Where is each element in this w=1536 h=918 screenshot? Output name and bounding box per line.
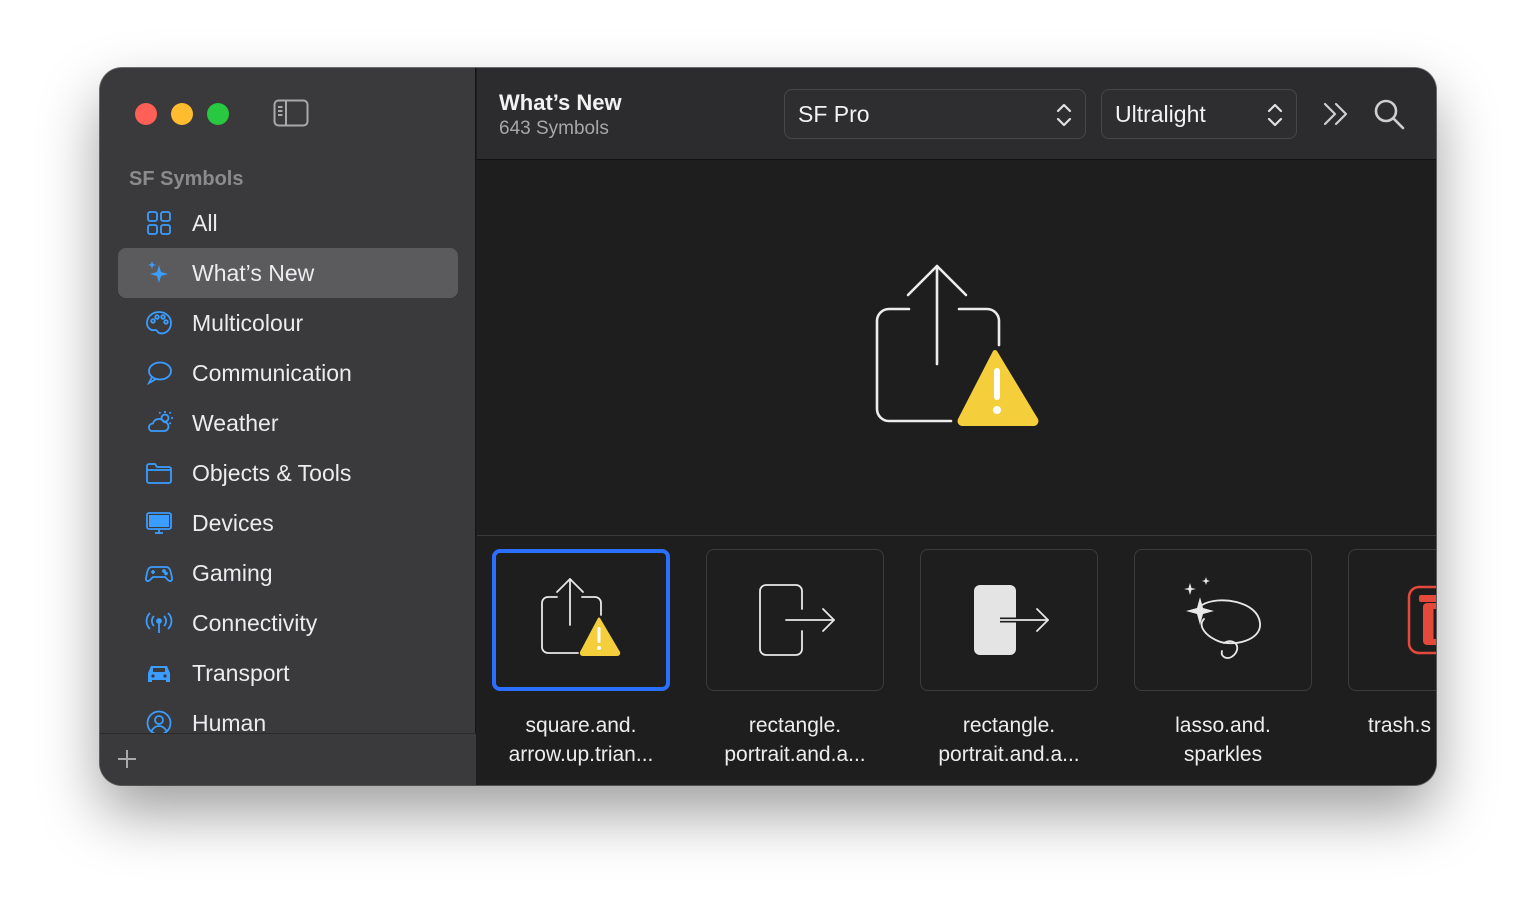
font-select-value: SF Pro — [798, 100, 870, 127]
cloud-sun-icon — [144, 408, 174, 438]
symbol-tile[interactable]: lasso.and. sparkles — [1134, 549, 1312, 769]
symbol-name: rectangle. portrait.and.a... — [920, 711, 1098, 769]
symbol-name-line: sparkles — [1183, 743, 1263, 766]
sidebar-toggle-icon[interactable] — [273, 99, 309, 127]
sidebar-item-label: Objects & Tools — [192, 459, 352, 486]
symbol-tile[interactable]: rectangle. portrait.and.a... — [706, 549, 884, 769]
symbol-name-line: lasso.and. — [1175, 714, 1271, 737]
weight-select[interactable]: Ultralight — [1101, 89, 1297, 139]
car-icon — [144, 658, 174, 688]
symbol-count: 643 Symbols — [499, 118, 609, 139]
sidebar-item-all[interactable]: All — [118, 198, 458, 248]
desktop-icon — [144, 508, 174, 538]
page-title: What’s New — [499, 90, 622, 115]
rectangle-portrait-arrow-right-icon — [759, 584, 835, 656]
square-arrow-up-triangle-icon — [541, 578, 621, 656]
gamecontroller-icon — [144, 558, 174, 588]
sidebar: SF Symbols All What’s New Multicolour Co… — [100, 68, 476, 785]
main-content: What’s New 643 Symbols SF Pro Ultralight — [477, 68, 1436, 785]
sidebar-item-human[interactable]: Human — [118, 698, 458, 733]
grid-icon — [144, 208, 174, 238]
symbol-tile-box — [1134, 549, 1312, 691]
sparkles-icon — [144, 258, 174, 288]
window-controls — [135, 103, 229, 125]
sidebar-footer — [100, 733, 476, 785]
sidebar-item-transport[interactable]: Transport — [118, 648, 458, 698]
sidebar-item-objects-tools[interactable]: Objects & Tools — [118, 448, 458, 498]
symbol-name: trash.s — [1348, 711, 1436, 740]
sidebar-item-label: Devices — [192, 509, 274, 536]
search-icon[interactable] — [1371, 96, 1407, 132]
app-window: SF Symbols All What’s New Multicolour Co… — [100, 68, 1436, 785]
zoom-window-button[interactable] — [207, 103, 229, 125]
sidebar-item-label: All — [192, 209, 218, 236]
symbol-name: rectangle. portrait.and.a... — [706, 711, 884, 769]
sidebar-item-communication[interactable]: Communication — [118, 348, 458, 398]
sidebar-item-weather[interactable]: Weather — [118, 398, 458, 448]
minimize-window-button[interactable] — [171, 103, 193, 125]
rectangle-portrait-fill-arrow-right-icon — [974, 585, 1049, 655]
sidebar-item-label: Transport — [192, 659, 290, 686]
weight-select-value: Ultralight — [1115, 100, 1206, 127]
toolbar: What’s New 643 Symbols SF Pro Ultralight — [477, 68, 1436, 160]
symbol-tile-box — [920, 549, 1098, 691]
symbol-name: square.and. arrow.up.trian... — [492, 711, 670, 769]
sidebar-item-label: Weather — [192, 409, 279, 436]
sidebar-item-connectivity[interactable]: Connectivity — [118, 598, 458, 648]
symbol-name: lasso.and. sparkles — [1134, 711, 1312, 769]
person-circle-icon — [144, 708, 174, 733]
sidebar-item-multicolour[interactable]: Multicolour — [118, 298, 458, 348]
sidebar-item-label: Multicolour — [192, 309, 304, 336]
trash-square-icon — [1407, 585, 1436, 655]
symbol-name-line: portrait.and.a... — [724, 743, 866, 766]
symbol-tile-box — [1348, 549, 1436, 691]
add-collection-icon[interactable] — [114, 746, 140, 772]
symbol-tile[interactable]: rectangle. portrait.and.a... — [920, 549, 1098, 769]
symbol-name-line: arrow.up.trian... — [508, 743, 654, 766]
antenna-icon — [144, 608, 174, 638]
sidebar-item-devices[interactable]: Devices — [118, 498, 458, 548]
symbol-tile[interactable]: trash.s — [1348, 549, 1436, 740]
folder-icon — [144, 458, 174, 488]
symbol-name-line: trash.s — [1368, 714, 1432, 737]
chevron-updown-icon — [1056, 103, 1072, 127]
lasso-sparkles-icon — [1184, 577, 1261, 659]
sidebar-item-label: Connectivity — [192, 609, 318, 636]
sidebar-section-title: SF Symbols — [129, 168, 244, 190]
symbol-tile-box — [492, 549, 670, 691]
sidebar-nav: All What’s New Multicolour Communication — [118, 198, 458, 733]
symbol-tile[interactable]: square.and. arrow.up.trian... — [492, 549, 670, 769]
sidebar-item-whats-new[interactable]: What’s New — [118, 248, 458, 298]
sidebar-item-label: Gaming — [192, 559, 273, 586]
symbol-name-line: portrait.and.a... — [938, 743, 1080, 766]
symbol-name-line: rectangle. — [748, 714, 842, 737]
symbol-preview — [477, 161, 1436, 535]
symbol-tile-box — [706, 549, 884, 691]
font-select[interactable]: SF Pro — [784, 89, 1086, 139]
sidebar-item-label: Communication — [192, 359, 352, 386]
chevron-double-right-icon[interactable] — [1319, 98, 1353, 130]
paintpalette-icon — [144, 308, 174, 338]
message-bubble-icon — [144, 358, 174, 388]
symbol-grid: square.and. arrow.up.trian... rectangle.… — [477, 535, 1436, 785]
sidebar-item-gaming[interactable]: Gaming — [118, 548, 458, 598]
chevron-updown-icon — [1267, 103, 1283, 127]
close-window-button[interactable] — [135, 103, 157, 125]
sidebar-item-label: What’s New — [192, 259, 315, 286]
square-arrow-up-triangle-icon — [875, 264, 1039, 426]
symbol-name-line: square.and. — [525, 714, 637, 737]
symbol-name-line: rectangle. — [962, 714, 1056, 737]
sidebar-item-label: Human — [192, 709, 267, 734]
